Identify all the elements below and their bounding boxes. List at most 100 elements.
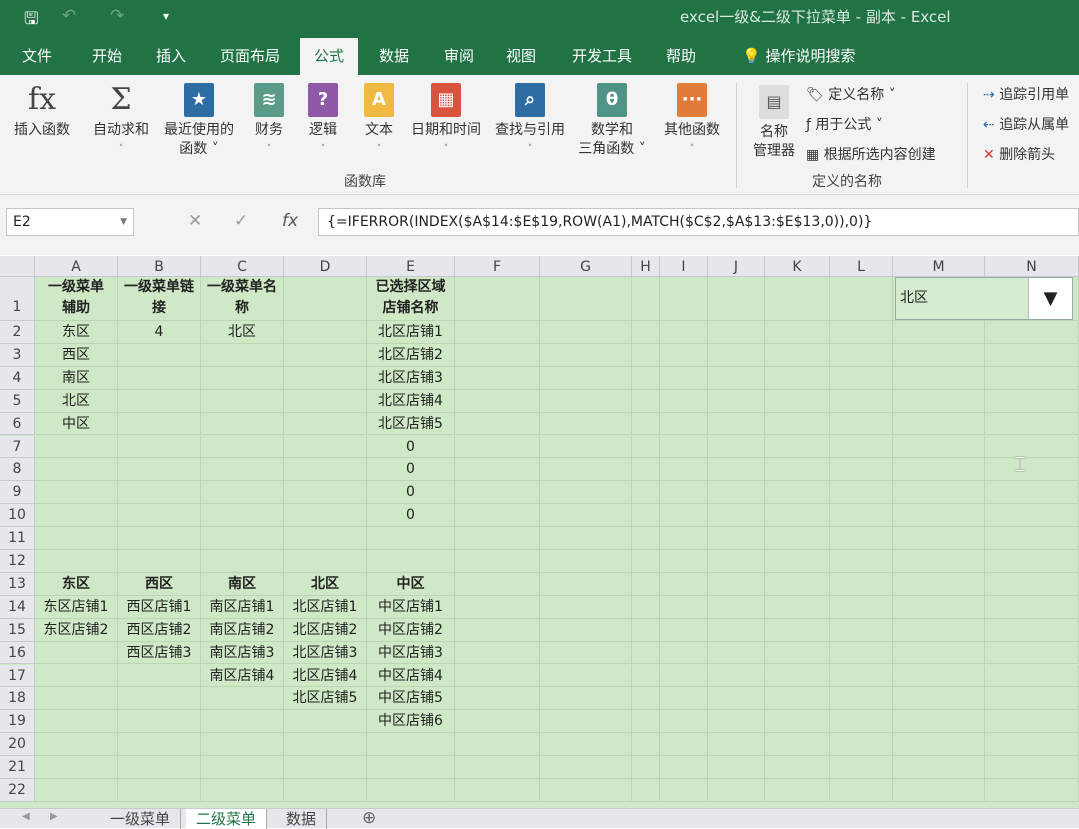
- cell-G5[interactable]: [540, 389, 632, 413]
- cell-M9[interactable]: [893, 481, 985, 505]
- cell-K7[interactable]: [765, 435, 830, 459]
- cell-J10[interactable]: [708, 504, 765, 528]
- trace-dependents-button[interactable]: ⇠ 追踪从属单: [983, 114, 1069, 134]
- cell-A20[interactable]: [35, 733, 118, 757]
- cell-K19[interactable]: [765, 710, 830, 734]
- cell-E6[interactable]: 北区店铺5: [367, 412, 455, 436]
- cell-J8[interactable]: [708, 458, 765, 482]
- cell-I12[interactable]: [660, 550, 708, 573]
- enter-icon[interactable]: ✓: [234, 211, 248, 231]
- region-dropdown[interactable]: 北区 ▼: [895, 277, 1073, 320]
- cell-I8[interactable]: [660, 458, 708, 482]
- cell-C20[interactable]: [201, 733, 284, 757]
- cell-L21[interactable]: [830, 756, 893, 779]
- cell-D15[interactable]: 北区店铺2: [284, 618, 367, 642]
- cell-N19[interactable]: [985, 710, 1079, 734]
- cell-F21[interactable]: [455, 756, 540, 779]
- cell-K17[interactable]: [765, 664, 830, 688]
- cell-I6[interactable]: [660, 412, 708, 436]
- cell-N18[interactable]: [985, 687, 1079, 711]
- cell-K10[interactable]: [765, 504, 830, 528]
- cell-H10[interactable]: [632, 504, 660, 528]
- cell-F18[interactable]: [455, 687, 540, 711]
- cell-N17[interactable]: [985, 664, 1079, 688]
- row-header[interactable]: 20: [0, 733, 35, 757]
- cell-I19[interactable]: [660, 710, 708, 734]
- cell-D17[interactable]: 北区店铺4: [284, 664, 367, 688]
- cell-L3[interactable]: [830, 343, 893, 367]
- cell-J21[interactable]: [708, 756, 765, 779]
- column-header-M[interactable]: M: [893, 256, 985, 277]
- cell-L20[interactable]: [830, 733, 893, 757]
- cell-K15[interactable]: [765, 618, 830, 642]
- cell-K18[interactable]: [765, 687, 830, 711]
- cell-C18[interactable]: [201, 687, 284, 711]
- cell-F14[interactable]: [455, 595, 540, 619]
- cell-F19[interactable]: [455, 710, 540, 734]
- cell-D7[interactable]: [284, 435, 367, 459]
- cell-A17[interactable]: [35, 664, 118, 688]
- cell-G17[interactable]: [540, 664, 632, 688]
- function-button-9[interactable]: ··· 其他函数 ˅: [656, 83, 728, 159]
- name-box[interactable]: E2 ▼: [6, 208, 134, 236]
- cell-K4[interactable]: [765, 366, 830, 390]
- cell-C21[interactable]: [201, 756, 284, 779]
- cell-C6[interactable]: [201, 412, 284, 436]
- cell-H12[interactable]: [632, 550, 660, 573]
- cell-J11[interactable]: [708, 527, 765, 550]
- cell-E11[interactable]: [367, 527, 455, 550]
- cell-I16[interactable]: [660, 641, 708, 665]
- cell-H16[interactable]: [632, 641, 660, 665]
- cell-E7[interactable]: 0: [367, 435, 455, 459]
- cell-L5[interactable]: [830, 389, 893, 413]
- cell-A9[interactable]: [35, 481, 118, 505]
- cell-C15[interactable]: 南区店铺2: [201, 618, 284, 642]
- column-header-E[interactable]: E: [367, 256, 455, 277]
- cell-C9[interactable]: [201, 481, 284, 505]
- cell-N5[interactable]: [985, 389, 1079, 413]
- cell-E13[interactable]: 中区: [367, 572, 455, 596]
- cell-N11[interactable]: [985, 527, 1079, 550]
- row-header[interactable]: 19: [0, 710, 35, 734]
- cell-L15[interactable]: [830, 618, 893, 642]
- cell-F3[interactable]: [455, 343, 540, 367]
- chevron-down-icon[interactable]: ▼: [120, 209, 127, 235]
- cell-E22[interactable]: [367, 779, 455, 802]
- cell-B9[interactable]: [118, 481, 201, 505]
- cell-A6[interactable]: 中区: [35, 412, 118, 436]
- cell-G22[interactable]: [540, 779, 632, 802]
- cell-B17[interactable]: [118, 664, 201, 688]
- cell-M2[interactable]: [893, 321, 985, 344]
- cell-J17[interactable]: [708, 664, 765, 688]
- row-header[interactable]: 12: [0, 550, 35, 573]
- cell-H5[interactable]: [632, 389, 660, 413]
- cell-G7[interactable]: [540, 435, 632, 459]
- cell-M12[interactable]: [893, 550, 985, 573]
- cell-J3[interactable]: [708, 343, 765, 367]
- cell-B15[interactable]: 西区店铺2: [118, 618, 201, 642]
- sheet-tab-0[interactable]: 一级菜单: [100, 809, 182, 829]
- cell-E10[interactable]: 0: [367, 504, 455, 528]
- cell-N13[interactable]: [985, 572, 1079, 596]
- cell-N15[interactable]: [985, 618, 1079, 642]
- cell-G1[interactable]: [540, 277, 632, 321]
- cell-G19[interactable]: [540, 710, 632, 734]
- cell-A11[interactable]: [35, 527, 118, 550]
- cell-F6[interactable]: [455, 412, 540, 436]
- cell-F11[interactable]: [455, 527, 540, 550]
- cell-H15[interactable]: [632, 618, 660, 642]
- cell-C11[interactable]: [201, 527, 284, 550]
- cell-A19[interactable]: [35, 710, 118, 734]
- formula-input[interactable]: {=IFERROR(INDEX($A$14:$E$19,ROW(A1),MATC…: [318, 208, 1079, 236]
- cell-I4[interactable]: [660, 366, 708, 390]
- cell-F15[interactable]: [455, 618, 540, 642]
- cell-A18[interactable]: [35, 687, 118, 711]
- tab-7[interactable]: 视图: [492, 38, 550, 75]
- cell-H3[interactable]: [632, 343, 660, 367]
- cell-C10[interactable]: [201, 504, 284, 528]
- cell-J12[interactable]: [708, 550, 765, 573]
- cell-H2[interactable]: [632, 321, 660, 344]
- cell-G2[interactable]: [540, 321, 632, 344]
- cell-E8[interactable]: 0: [367, 458, 455, 482]
- cell-G3[interactable]: [540, 343, 632, 367]
